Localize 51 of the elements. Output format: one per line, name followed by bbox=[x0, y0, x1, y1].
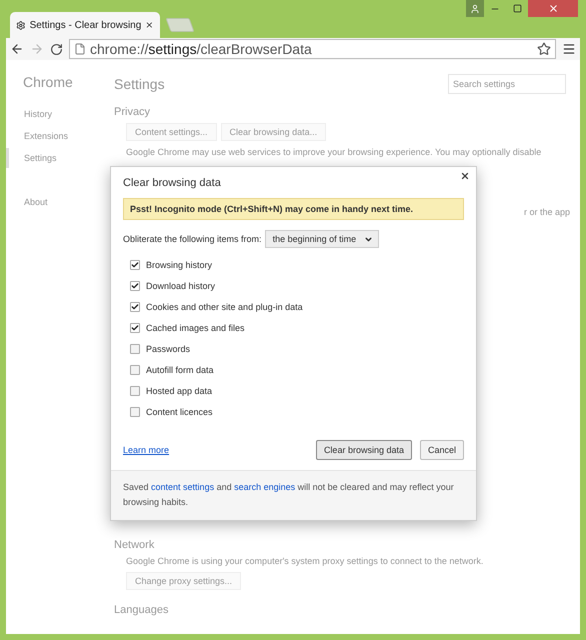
reload-icon[interactable] bbox=[50, 42, 63, 56]
sidebar-title: Chrome bbox=[22, 74, 74, 90]
option-label: Download history bbox=[146, 280, 216, 290]
checkbox[interactable] bbox=[130, 406, 140, 416]
gear-icon bbox=[16, 20, 26, 30]
cancel-button[interactable]: Cancel bbox=[420, 440, 464, 460]
person-icon bbox=[470, 4, 480, 14]
section-heading: Network bbox=[114, 539, 156, 551]
option-label: Browsing history bbox=[146, 260, 212, 270]
checkbox[interactable] bbox=[130, 322, 140, 332]
option-label: Cookies and other site and plug-in data bbox=[146, 302, 303, 312]
section-heading: Languages bbox=[114, 604, 170, 616]
close-button[interactable] bbox=[460, 171, 470, 181]
page-title: Settings bbox=[114, 76, 165, 92]
option-label: Autofill form data bbox=[146, 364, 214, 374]
clear-button[interactable]: Clear browsing data bbox=[316, 440, 412, 460]
caret-icon bbox=[364, 234, 374, 244]
section-text: Google Chrome is using your computer's system proxy settings to connect to the network. bbox=[126, 556, 484, 566]
section-text: Google Chrome may use web services to improve your browsing experience. You may optionally disable bbox=[126, 147, 542, 157]
back-icon[interactable] bbox=[10, 42, 24, 56]
close-icon bbox=[460, 171, 470, 181]
menu-icon[interactable] bbox=[562, 42, 576, 56]
checkbox[interactable] bbox=[130, 364, 140, 374]
section-text: r or the app bbox=[524, 207, 570, 217]
dialog-title: Clear browsing data bbox=[123, 177, 222, 189]
close-icon bbox=[548, 3, 558, 14]
user-button[interactable] bbox=[466, 0, 484, 17]
checkbox[interactable] bbox=[130, 386, 140, 396]
maximize-icon bbox=[512, 4, 522, 13]
option-label: Cached images and files bbox=[146, 322, 245, 332]
close-icon[interactable] bbox=[145, 20, 154, 30]
page-icon bbox=[74, 43, 86, 55]
browser-tab[interactable]: Settings - Clear browsing bbox=[10, 12, 160, 38]
option-label: Passwords bbox=[146, 344, 190, 354]
checkbox[interactable] bbox=[130, 302, 140, 312]
checkbox[interactable] bbox=[130, 260, 140, 270]
settings-link[interactable]: content settings bbox=[151, 482, 214, 492]
search-field[interactable]: Search settings bbox=[448, 74, 566, 94]
notice-banner: Psst! Incognito mode (Ctrl+Shift+N) may come in handy next time. bbox=[123, 198, 464, 220]
settings-link[interactable]: search engines bbox=[234, 482, 296, 492]
learn-more-link[interactable]: Learn more bbox=[123, 445, 170, 455]
option-label: Hosted app data bbox=[146, 386, 212, 396]
period-dropdown[interactable]: the beginning of time bbox=[264, 230, 380, 248]
option-label: Content licences bbox=[146, 406, 213, 416]
period-label: Obliterate the following items from: bbox=[123, 234, 262, 244]
address-bar[interactable]: chrome://settings/clearBrowserData bbox=[69, 39, 556, 59]
checkbox[interactable] bbox=[130, 344, 140, 354]
footer-note: Saved content settings and search engines will not be cleared and may reflect your browsing habits. bbox=[111, 470, 476, 520]
section-heading: Privacy bbox=[114, 106, 152, 118]
checkbox[interactable] bbox=[130, 280, 140, 290]
star-icon[interactable] bbox=[537, 42, 551, 56]
